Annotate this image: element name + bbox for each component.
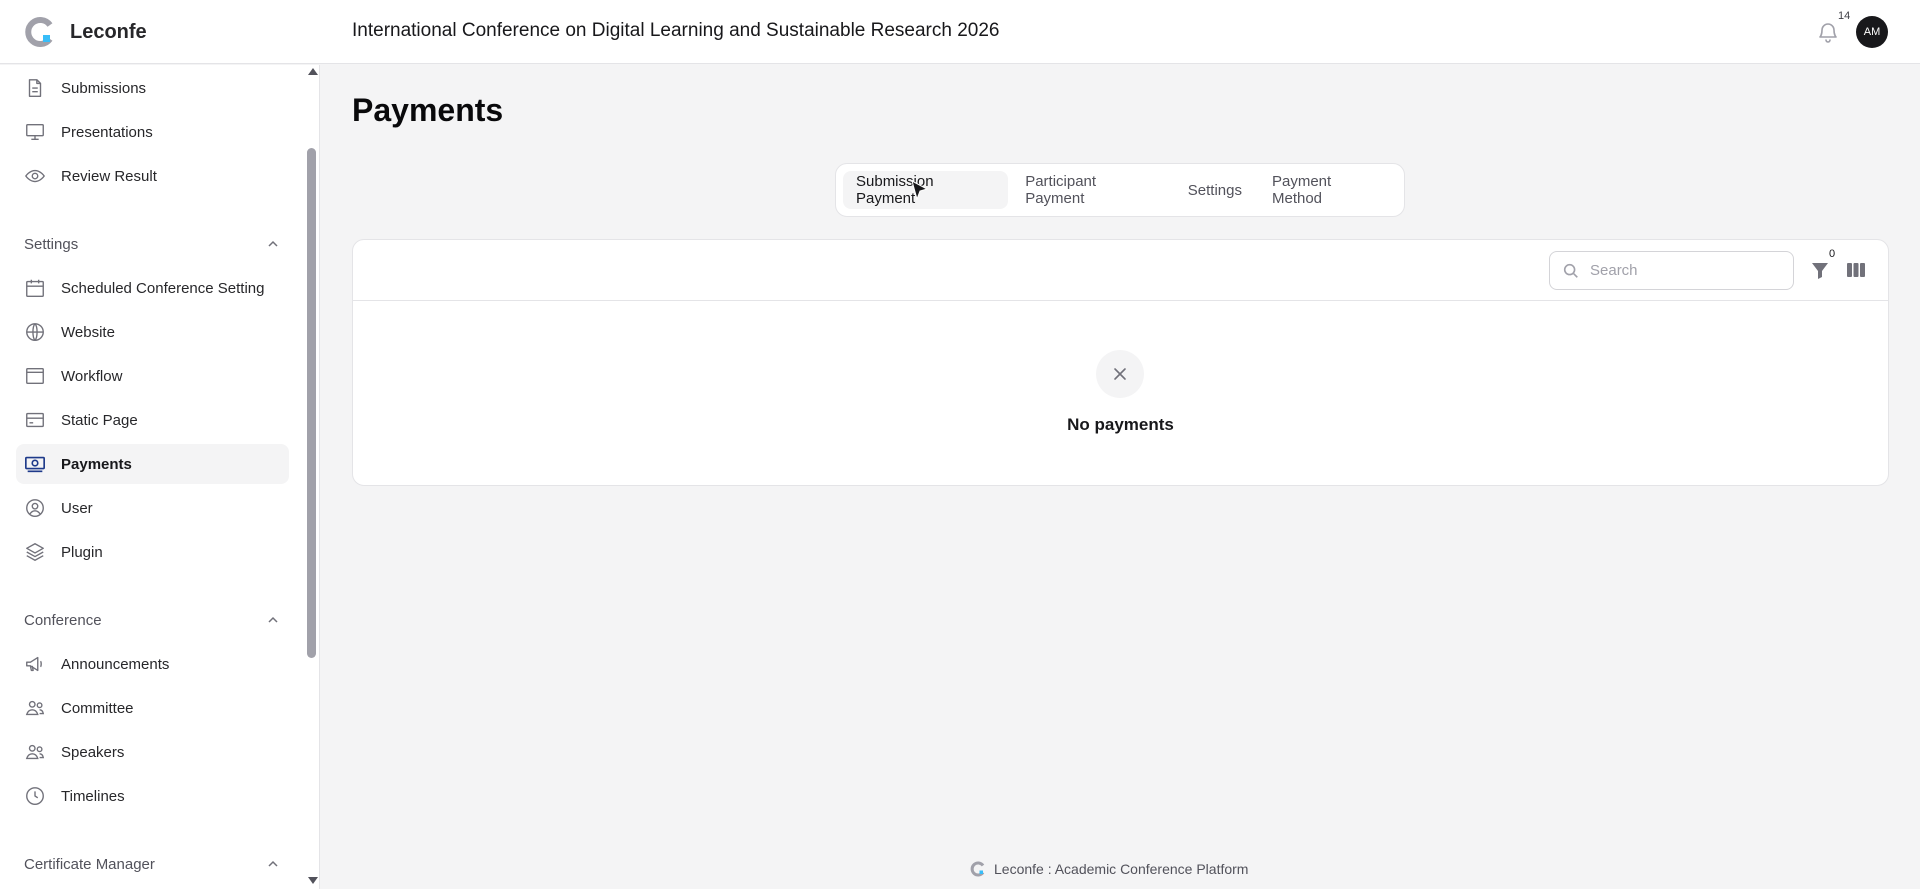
chevron-up-icon [268, 860, 278, 867]
sidebar-item-speakers[interactable]: Speakers [16, 732, 289, 772]
chevron-up-icon [268, 616, 278, 623]
filter-icon[interactable] [1809, 259, 1831, 281]
sidebar-item-announcements[interactable]: Announcements [16, 644, 289, 684]
tab-participant-payment[interactable]: Participant Payment [1012, 171, 1171, 209]
sidebar-item-label: Scheduled Conference Setting [61, 279, 265, 297]
sidebar-item-presentations[interactable]: Presentations [16, 112, 289, 152]
bell-icon[interactable] [1816, 20, 1840, 44]
sidebar-group-label: Conference [24, 611, 102, 629]
sidebar-scrollbar-thumb[interactable] [307, 148, 316, 658]
footer-text: Leconfe : Academic Conference Platform [994, 861, 1249, 877]
sidebar-group-label: Certificate Manager [24, 855, 155, 873]
window-icon [26, 367, 44, 385]
leconfe-logo-icon [970, 861, 985, 877]
globe-icon [26, 323, 44, 341]
sidebar-item-review-result[interactable]: Review Result [16, 156, 289, 196]
scroll-up-arrow[interactable] [308, 68, 318, 75]
search-input[interactable] [1590, 262, 1780, 279]
sidebar-group-conference[interactable]: Conference [24, 608, 280, 632]
sidebar-item-scheduled-conference-setting[interactable]: Scheduled Conference Setting [16, 268, 289, 308]
clock-icon [26, 787, 44, 805]
sidebar-item-website[interactable]: Website [16, 312, 289, 352]
sidebar-item-label: Website [61, 323, 115, 341]
page-title: Payments [352, 92, 504, 128]
user-circle-icon [26, 499, 44, 517]
sidebar-item-label: Committee [61, 699, 134, 717]
monitor-icon [26, 123, 44, 141]
sidebar-item-label: Speakers [61, 743, 125, 761]
layers-icon [26, 543, 44, 561]
sidebar-item-label: Announcements [61, 655, 170, 673]
sidebar-item-static-page[interactable]: Static Page [16, 400, 289, 440]
sidebar-item-submissions[interactable]: Submissions [16, 68, 289, 108]
top-bar: Leconfe International Conference on Digi… [0, 0, 1920, 64]
sidebar-item-plugin[interactable]: Plugin [16, 532, 289, 572]
payments-table: 0 No payments [352, 239, 1889, 486]
calendar-icon [26, 279, 44, 297]
sidebar-item-label: Plugin [61, 543, 103, 561]
sidebar-group-settings[interactable]: Settings [24, 232, 280, 256]
table-toolbar: 0 [353, 240, 1888, 301]
sidebar-item-payments[interactable]: Payments [16, 444, 289, 484]
document-icon [28, 79, 42, 97]
sidebar-item-committee[interactable]: Committee [16, 688, 289, 728]
leconfe-logo-icon [25, 17, 53, 47]
users-icon [25, 744, 45, 760]
sidebar-item-timelines[interactable]: Timelines [16, 776, 289, 816]
tab-payment-method[interactable]: Payment Method [1259, 171, 1397, 209]
sidebar-item-label: Presentations [61, 123, 153, 141]
sidebar-item-user[interactable]: User [16, 488, 289, 528]
tab-settings[interactable]: Settings [1175, 171, 1255, 209]
sidebar-item-label: Submissions [61, 79, 147, 97]
filter-count-badge: 0 [1826, 248, 1839, 260]
users-icon [25, 700, 45, 716]
brand-name: Leconfe [70, 20, 147, 43]
chevron-up-icon [268, 240, 278, 247]
sidebar: Submissions Presentations Review Result … [0, 65, 320, 889]
card-icon [26, 412, 44, 428]
megaphone-icon [26, 656, 42, 672]
brand[interactable]: Leconfe [24, 16, 147, 48]
eye-icon [25, 169, 45, 183]
sidebar-item-label: Payments [61, 455, 132, 473]
mouse-cursor-icon [911, 180, 929, 201]
close-icon [1114, 368, 1126, 380]
user-avatar[interactable]: AM [1856, 16, 1888, 48]
payment-icon [25, 456, 45, 473]
search-icon [1563, 263, 1578, 278]
empty-state-message: No payments [1067, 415, 1174, 434]
conference-title: International Conference on Digital Lear… [352, 20, 1000, 41]
sidebar-item-label: Review Result [61, 167, 157, 185]
sidebar-group-label: Settings [24, 235, 79, 253]
footer: Leconfe : Academic Conference Platform [970, 861, 1248, 877]
scroll-down-arrow[interactable] [308, 877, 318, 884]
sidebar-item-label: Static Page [61, 411, 138, 429]
search-field[interactable] [1549, 251, 1794, 290]
sidebar-item-label: Workflow [61, 367, 123, 385]
columns-icon[interactable] [1845, 259, 1867, 281]
sidebar-item-workflow[interactable]: Workflow [16, 356, 289, 396]
empty-state-icon [1096, 350, 1144, 398]
sidebar-group-certificate-manager[interactable]: Certificate Manager [24, 852, 280, 876]
sidebar-item-label: Timelines [61, 787, 125, 805]
sidebar-item-label: User [61, 499, 93, 517]
notification-count-badge: 14 [1836, 10, 1853, 22]
